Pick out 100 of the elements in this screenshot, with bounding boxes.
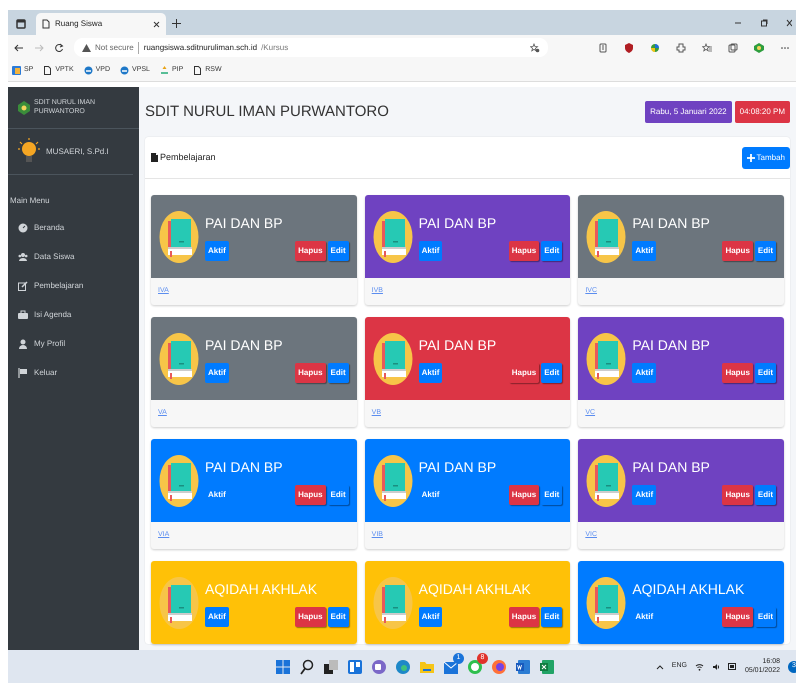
page-icon — [42, 19, 50, 29]
add-button[interactable]: Tambah — [742, 146, 790, 168]
favorite-icon[interactable] — [530, 42, 540, 52]
edit-button[interactable]: Edit — [541, 362, 562, 382]
file-icon — [151, 153, 158, 162]
widgets-icon[interactable] — [347, 658, 363, 674]
edit-icon — [18, 280, 28, 290]
user-icon — [18, 338, 28, 348]
security-label: Not secure — [95, 42, 134, 54]
plus-icon — [746, 154, 755, 162]
edit-button[interactable]: Edit — [754, 606, 776, 626]
delete-button[interactable]: Hapus — [508, 362, 540, 382]
sidebar-item[interactable]: Pembelajaran — [8, 271, 139, 300]
chevron-up-icon[interactable] — [656, 664, 664, 670]
back-icon[interactable] — [14, 42, 24, 52]
task-view-icon[interactable] — [323, 658, 339, 674]
edit-button[interactable]: Edit — [754, 484, 776, 504]
start-icon[interactable] — [275, 658, 291, 674]
restore-icon[interactable] — [760, 19, 768, 27]
course-title[interactable]: PAI DAN BP — [205, 334, 349, 356]
new-tab-icon[interactable] — [172, 19, 181, 28]
book-icon — [372, 576, 413, 628]
course-title[interactable]: PAI DAN BP — [418, 334, 562, 356]
app-icon — [12, 66, 21, 75]
favorites-icon[interactable] — [702, 42, 712, 52]
url-path: /Kursus — [261, 42, 288, 54]
delete-button[interactable]: Hapus — [295, 362, 326, 382]
status-badge: Aktif — [418, 606, 442, 626]
wifi-icon[interactable] — [694, 662, 704, 670]
page-icon — [193, 66, 202, 75]
sidebar-item[interactable]: Isi Agenda — [8, 300, 139, 329]
sidebar-item[interactable]: Data Siswa — [8, 242, 139, 271]
delete-button[interactable]: Hapus — [295, 606, 326, 626]
book-icon — [586, 332, 626, 384]
browser-tab[interactable]: Ruang Siswa — [36, 13, 166, 35]
edit-button[interactable]: Edit — [541, 240, 562, 260]
edit-button[interactable]: Edit — [328, 362, 349, 382]
delete-button[interactable]: Hapus — [722, 606, 753, 626]
status-badge: Aktif — [205, 240, 229, 260]
dashboard-icon — [18, 222, 28, 232]
address-bar[interactable]: Not secure ruangsiswa.sditnuruliman.sch.id /Kursus — [74, 38, 548, 57]
status-badge: Aktif — [632, 484, 656, 504]
book-icon — [159, 576, 199, 628]
status-badge: Aktif — [418, 362, 442, 382]
book-icon — [372, 332, 413, 384]
book-icon — [159, 454, 199, 506]
delete-button[interactable]: Hapus — [295, 240, 326, 260]
reload-icon[interactable] — [54, 42, 64, 52]
course-title[interactable]: PAI DAN BP — [632, 334, 776, 356]
search-icon[interactable] — [299, 658, 315, 674]
page-icon — [43, 66, 52, 75]
close-icon[interactable] — [786, 19, 792, 27]
date-badge: Rabu, 5 Januari 2022 — [645, 101, 732, 123]
collections-icon[interactable] — [728, 42, 738, 52]
course-title[interactable]: AQIDAH AKHLAK — [632, 578, 776, 600]
speaker-icon[interactable] — [712, 662, 720, 670]
shield-icon[interactable] — [624, 42, 634, 52]
user-name[interactable]: MUSAERI, S.Pd.I — [46, 146, 109, 158]
status-badge: Aktif — [205, 362, 229, 382]
course-title[interactable]: PAI DAN BP — [205, 456, 349, 478]
spreadsheet-icon[interactable] — [539, 658, 555, 674]
sidebar-item[interactable]: My Profil — [8, 329, 139, 358]
book-icon — [586, 210, 626, 262]
course-title[interactable]: PAI DAN BP — [632, 212, 776, 234]
delete-button[interactable]: Hapus — [508, 240, 540, 260]
course-title[interactable]: PAI DAN BP — [632, 456, 776, 478]
book-icon — [372, 454, 413, 506]
school-logo-icon — [18, 100, 30, 114]
book-icon — [586, 454, 626, 506]
menu-heading: Main Menu — [9, 195, 51, 207]
battery-icon[interactable] — [728, 663, 737, 670]
delete-button[interactable]: Hapus — [295, 484, 326, 504]
delete-button[interactable]: Hapus — [508, 484, 540, 504]
delete-button[interactable]: Hapus — [722, 484, 753, 504]
mail-icon[interactable] — [443, 658, 459, 674]
document-icon[interactable] — [515, 658, 531, 674]
status-badge: Aktif — [205, 606, 229, 626]
close-icon[interactable] — [153, 20, 160, 28]
edit-button[interactable]: Edit — [328, 484, 349, 504]
status-badge: Aktif — [632, 240, 656, 260]
sidebar-item[interactable]: Keluar — [8, 358, 139, 387]
tab-actions-icon[interactable] — [16, 19, 26, 29]
book-icon — [372, 210, 413, 262]
delete-button[interactable]: Hapus — [722, 240, 753, 260]
edit-button[interactable]: Edit — [754, 240, 776, 260]
edit-button[interactable]: Edit — [541, 484, 562, 504]
reader-icon[interactable] — [598, 42, 608, 52]
edit-button[interactable]: Edit — [541, 606, 562, 626]
url-text: ruangsiswa.sditnuruliman.sch.id — [138, 42, 258, 54]
sidebar-item[interactable]: Beranda — [8, 213, 139, 242]
edit-button[interactable]: Edit — [328, 240, 349, 260]
edit-button[interactable]: Edit — [328, 606, 349, 626]
course-title[interactable]: PAI DAN BP — [418, 456, 562, 478]
edit-button[interactable]: Edit — [754, 362, 776, 382]
course-title[interactable]: PAI DAN BP — [418, 212, 562, 234]
extension-icon[interactable] — [676, 42, 686, 52]
delete-button[interactable]: Hapus — [722, 362, 753, 382]
course-title[interactable]: PAI DAN BP — [205, 212, 349, 234]
book-icon — [586, 576, 626, 628]
delete-button[interactable]: Hapus — [508, 606, 540, 626]
